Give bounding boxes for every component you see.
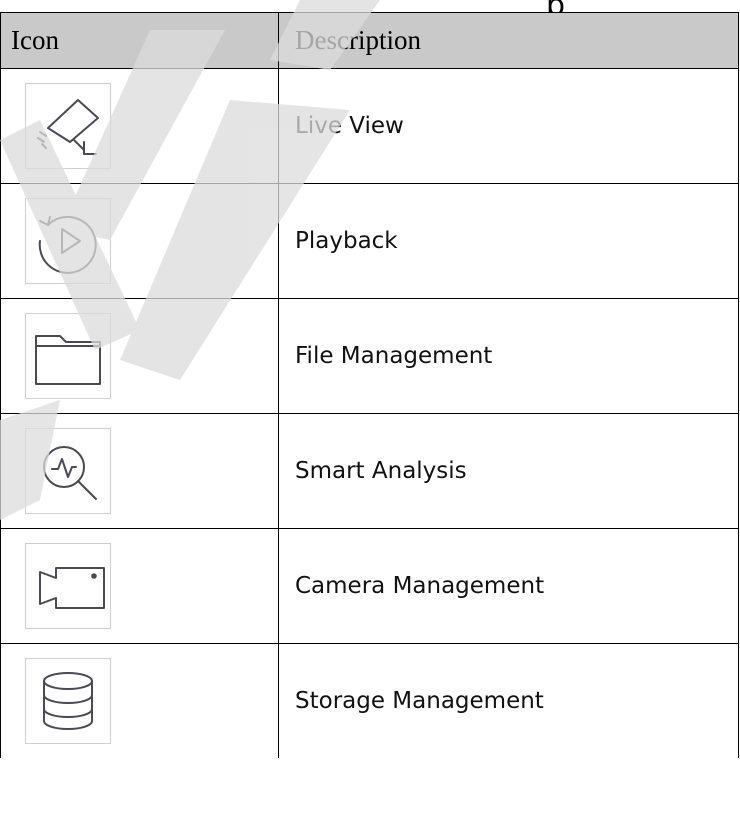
icon-cell: [0, 413, 279, 529]
table-row: Live View: [0, 68, 739, 184]
table-row: File Management: [0, 298, 739, 414]
playback-icon-frame: [25, 198, 111, 284]
icon-cell: [0, 643, 279, 758]
description-cell: File Management: [278, 298, 739, 414]
icon-cell: [0, 298, 279, 414]
live-view-icon-frame: [25, 83, 111, 169]
description-cell: Live View: [278, 68, 739, 184]
video-camera-icon: [39, 567, 105, 609]
description-cell: Camera Management: [278, 528, 739, 644]
description-column-header: Description: [278, 12, 739, 69]
playback-icon: [38, 215, 97, 274]
storage-management-icon-frame: [25, 658, 111, 744]
smart-analysis-icon-frame: [25, 428, 111, 514]
icon-cell: [0, 68, 279, 184]
camera-management-icon-frame: [25, 543, 111, 629]
description-cell: Smart Analysis: [278, 413, 739, 529]
description-cell: Playback: [278, 183, 739, 299]
table-header-row: Icon Description: [0, 12, 739, 69]
database-icon: [43, 672, 93, 730]
table-row: Storage Management: [0, 643, 739, 758]
analysis-magnifier-icon: [43, 446, 97, 500]
icon-column-header: Icon: [0, 12, 279, 69]
table-row: Playback: [0, 183, 739, 299]
folder-icon: [35, 335, 101, 385]
icon-cell: [0, 183, 279, 299]
table-row: Camera Management: [0, 528, 739, 644]
description-cell: Storage Management: [278, 643, 739, 758]
table-row: Smart Analysis: [0, 413, 739, 529]
icon-cell: [0, 528, 279, 644]
file-management-icon-frame: [25, 313, 111, 399]
surveillance-camera-icon: [37, 99, 99, 155]
icon-description-table: Icon Description Live View Playback File…: [0, 12, 739, 758]
